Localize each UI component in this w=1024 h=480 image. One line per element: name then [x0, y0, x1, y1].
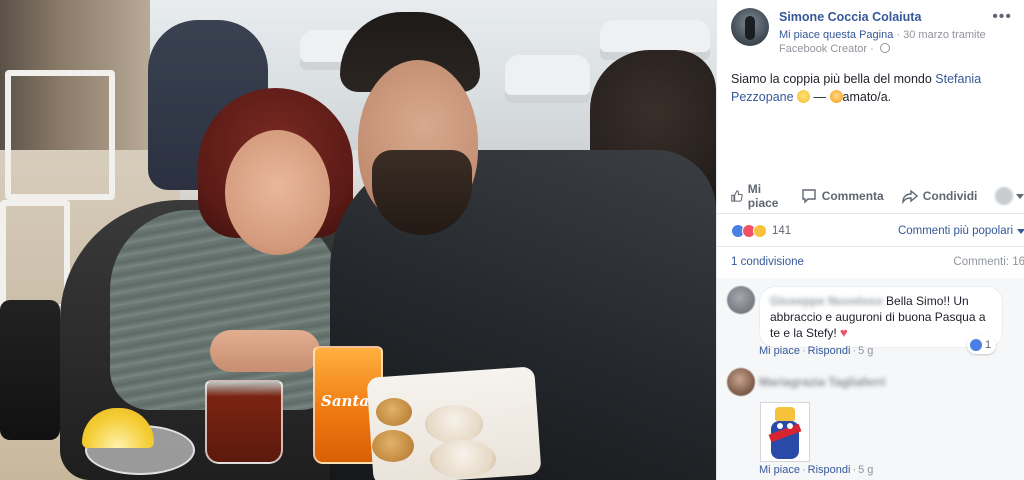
comment-actions: Mi piace · Rispondi · 5 g: [759, 345, 874, 357]
page-avatar[interactable]: [731, 8, 769, 46]
like-page-link[interactable]: Mi piace questa Pagina: [779, 29, 893, 41]
comment-count: Commenti: 16: [953, 256, 1024, 268]
post-stats: 1 condivisione Commenti: 16: [731, 256, 1024, 268]
like-button-label: Mi piace: [747, 182, 779, 210]
chevron-down-icon: [1017, 228, 1024, 234]
commenter-name[interactable]: Giuseppe Nuvoloso: [770, 294, 883, 308]
sticker-crown: [775, 407, 795, 421]
background-car: [505, 55, 590, 103]
reaction-count[interactable]: 141: [772, 225, 791, 237]
more-options-icon[interactable]: •••: [992, 8, 1012, 26]
action-bar: Mi piace Commenta Condividi: [731, 182, 1024, 210]
commenter-name[interactable]: Mariagrazia Tagliaferri: [759, 375, 886, 389]
sticker-eye: [777, 423, 783, 429]
chevron-down-icon: [1016, 193, 1024, 199]
post-photo[interactable]: Santal: [0, 0, 716, 480]
cookie: [376, 398, 412, 426]
comment-time[interactable]: 5 g: [858, 464, 873, 476]
globe-icon: [879, 43, 890, 53]
wow-reaction-icon: [753, 224, 767, 238]
comment-like-link[interactable]: Mi piace: [759, 464, 800, 476]
feeling-text: amato/a.: [842, 90, 892, 104]
reaction-icons[interactable]: [731, 224, 767, 238]
comment-sticker[interactable]: [760, 402, 810, 462]
sticker-eye: [787, 423, 793, 429]
background-chair: [5, 70, 115, 200]
comment-like-count: 1: [985, 339, 992, 351]
woman-face: [225, 130, 330, 255]
comment-time[interactable]: 5 g: [858, 345, 873, 357]
post-as-selector[interactable]: [995, 187, 1024, 205]
comment-reply-link[interactable]: Rispondi: [808, 345, 851, 357]
reactions-row: 141 Commenti più popolari: [731, 222, 1024, 240]
comment-button[interactable]: Commenta: [801, 188, 884, 204]
tea-cup: [205, 380, 283, 464]
post-text: Siamo la coppia più bella del mondo Stef…: [731, 70, 1015, 106]
post-source: Facebook Creator ·: [779, 43, 877, 55]
comment-sort-label: Commenti più popolari: [897, 225, 1013, 237]
comment-actions: Mi piace · Rispondi · 5 g: [759, 464, 874, 476]
heart-icon: ♥: [840, 325, 848, 340]
blush-emoji-icon: [829, 90, 843, 103]
like-button[interactable]: Mi piace: [731, 182, 783, 210]
comment-button-label: Commenta: [821, 189, 884, 203]
page-name-link[interactable]: Simone Coccia Colaiuta: [779, 10, 921, 24]
share-count-link[interactable]: 1 condivisione: [731, 256, 804, 268]
divider: [717, 246, 1024, 247]
comment-like-link[interactable]: Mi piace: [759, 345, 800, 357]
share-arrow-icon: [902, 189, 918, 204]
background-chair: [0, 200, 70, 310]
comments-section: Giuseppe Nuvoloso Bella Simo!! Un abbrac…: [717, 278, 1024, 480]
post-sidebar: Simone Coccia Colaiuta Mi piace questa P…: [716, 0, 1024, 480]
share-button-label: Condividi: [922, 189, 978, 203]
post-text-main: Siamo la coppia più bella del mondo: [731, 72, 936, 86]
user-avatar: [995, 187, 1014, 205]
post-date[interactable]: · 30 marzo tramite: [893, 29, 985, 41]
divider: [717, 213, 1024, 214]
cookie: [372, 430, 414, 462]
comment-sort-selector[interactable]: Commenti più popolari: [898, 225, 1024, 237]
commenter-avatar[interactable]: [727, 368, 755, 396]
like-reaction-icon: [970, 339, 982, 351]
thumbs-up-icon: [731, 190, 743, 202]
woman-hand: [210, 330, 320, 372]
comment-reply-link[interactable]: Rispondi: [808, 464, 851, 476]
post-header: Simone Coccia Colaiuta Mi piace questa P…: [731, 8, 1014, 68]
post-text-dash: —: [810, 90, 830, 104]
comment-like-badge[interactable]: 1: [967, 336, 997, 354]
post-meta: Mi piace questa Pagina · 30 marzo tramit…: [779, 28, 999, 56]
smile-emoji-icon: [797, 90, 811, 103]
share-button[interactable]: Condividi: [902, 188, 978, 204]
comment-bubble: Giuseppe Nuvoloso Bella Simo!! Un abbrac…: [759, 286, 1003, 348]
comment-bubble-icon: [801, 189, 816, 204]
pastry: [430, 440, 496, 478]
handbag: [0, 300, 60, 440]
pastry: [425, 405, 483, 443]
commenter-avatar[interactable]: [727, 286, 755, 314]
